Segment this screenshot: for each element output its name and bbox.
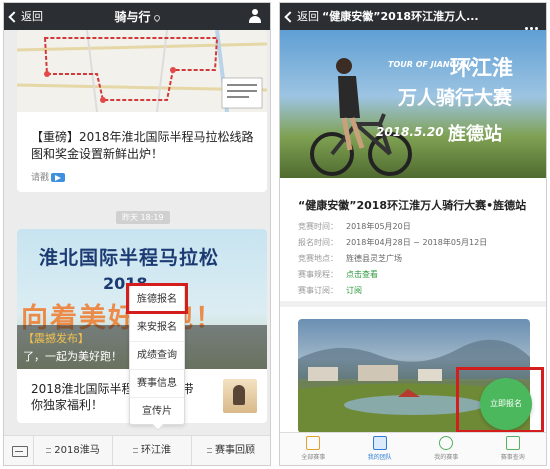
view-rules-link[interactable]: 点击查看 — [346, 270, 378, 279]
bottom-menu-bar: 2018淮马 环江淮 赛事回顾 — [4, 435, 270, 465]
tab-event-search[interactable]: 赛事查询 — [480, 433, 547, 465]
route-map-image — [17, 30, 267, 112]
cyclist-icon — [310, 58, 412, 176]
check-circle-icon — [439, 436, 454, 450]
event-title: “健康安徽”2018环江淮万人骑行大赛•旌德站 — [298, 199, 527, 212]
info-row-rules: 赛事规程： 点击查看 — [298, 270, 378, 279]
info-row-subscribe: 赛事订阅： 订阅 — [298, 286, 362, 295]
location-icon — [152, 13, 161, 22]
menu-button-huaima[interactable]: 2018淮马 — [34, 436, 113, 465]
highlight-box — [126, 283, 188, 314]
info-row-location: 竞赛地点： 旌德县灵芝广场 — [298, 254, 402, 263]
article-thumbnail — [223, 379, 257, 413]
read-more-link[interactable]: 请戳 — [31, 170, 66, 183]
right-nav-bar: 返回 “健康安徽”2018环江淮万人... — [280, 3, 546, 30]
back-label: 返回 — [297, 10, 319, 23]
hero-station: 旌德站 — [448, 124, 502, 145]
menu-item-results[interactable]: 成绩查询 — [130, 342, 184, 370]
hero-title-a: 环江淮 — [450, 56, 513, 80]
hero-date: 2018.5.20 — [376, 125, 444, 139]
profile-icon[interactable] — [248, 9, 262, 23]
info-row-signup-time: 报名时间： 2018年04月28日 ~ 2018年05月12日 — [298, 238, 488, 247]
page-title: 骑与行 — [4, 8, 270, 25]
right-phone-screen: 返回 “健康安徽”2018环江淮万人... TOUR OF JIANGHUAI … — [279, 2, 547, 466]
menu-item-event-info[interactable]: 赛事信息 — [130, 370, 184, 398]
left-nav-bar: 返回 骑与行 — [4, 3, 270, 30]
menu-button-review[interactable]: 赛事回顾 — [192, 436, 270, 465]
hero-title-b: 万人骑行大赛 — [398, 87, 513, 109]
tab-all-events[interactable]: 全部赛事 — [280, 433, 347, 465]
highlight-box — [456, 367, 544, 433]
overlay-caption-line: 了，一起为美好跑！ — [23, 350, 122, 363]
section-divider — [280, 301, 546, 307]
bottom-tab-bar: 全部赛事 我的团队 我的赛事 赛事查询 — [280, 432, 546, 465]
menu-lines-icon — [207, 447, 212, 453]
menu-lines-icon — [46, 447, 52, 453]
article-card-1[interactable]: 【重磅】2018年淮北国际半程马拉松线路图和奖金设置新鲜出炉！ 请戳 — [17, 30, 267, 192]
team-icon — [372, 436, 387, 450]
menu-item-laian-signup[interactable]: 来安报名 — [130, 314, 184, 342]
subscribe-link[interactable]: 订阅 — [346, 286, 362, 295]
menu-button-huanjianghuai[interactable]: 环江淮 — [113, 436, 192, 465]
tab-my-team[interactable]: 我的团队 — [347, 433, 414, 465]
tab-my-events[interactable]: 我的赛事 — [413, 433, 480, 465]
chevron-left-icon — [284, 10, 296, 23]
menu-lines-icon — [133, 447, 138, 453]
search-icon — [505, 436, 520, 450]
page-title: “健康安徽”2018环江淮万人... — [322, 10, 479, 23]
info-row-race-time: 竞赛时间： 2018年05月20日 — [298, 222, 411, 231]
banner-title: 淮北国际半程马拉松 — [39, 247, 220, 269]
document-icon — [306, 436, 321, 450]
article-title: 【重磅】2018年淮北国际半程马拉松线路图和奖金设置新鲜出炉！ — [31, 130, 254, 161]
back-button[interactable]: 返回 — [284, 8, 319, 24]
keyboard-icon[interactable] — [4, 436, 34, 465]
timestamp-badge: 昨天 18:19 — [116, 211, 170, 224]
left-phone-screen: 返回 骑与行 【重磅】2018年淮北国际半程马拉松线路图和奖金设置新鲜出炉！ 请… — [3, 2, 271, 466]
arrow-right-icon — [51, 173, 66, 182]
event-hero-banner: TOUR OF JIANGHUAI 环江淮 万人骑行大赛 2018.5.20 旌… — [280, 30, 546, 178]
overlay-caption-tag: 【震撼发布】 — [23, 332, 89, 345]
